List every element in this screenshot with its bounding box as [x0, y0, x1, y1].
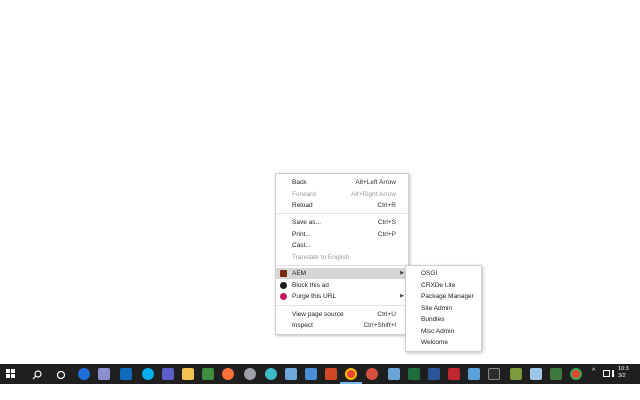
- excel-icon[interactable]: [408, 368, 420, 380]
- app-icon[interactable]: [265, 368, 277, 380]
- menu-item-reload[interactable]: Reload Ctrl+R: [276, 200, 408, 211]
- submenu-item-label: Misc Admin: [421, 328, 455, 335]
- submenu-item-osgi[interactable]: OSGI: [406, 268, 481, 279]
- menu-item-label: AEM: [292, 270, 307, 277]
- submenu-item-misc-admin[interactable]: Misc Admin: [406, 326, 481, 337]
- notepad-plus-icon[interactable]: [202, 368, 214, 380]
- app-icon[interactable]: [530, 368, 542, 380]
- firefox-icon[interactable]: [222, 368, 234, 380]
- submenu-item-welcome[interactable]: Welcome: [406, 337, 481, 348]
- menu-item-shortcut: Ctrl+S: [377, 219, 396, 226]
- menu-item-label: Save as...: [292, 219, 321, 226]
- word-icon[interactable]: [428, 368, 440, 380]
- menu-item-label: Back: [292, 179, 307, 186]
- menu-item-aem[interactable]: AEM ▶: [276, 268, 408, 279]
- submenu-item-site-admin[interactable]: Site Admin: [406, 303, 481, 314]
- system-clock[interactable]: 10:3 3/2: [618, 366, 640, 382]
- app-icon[interactable]: [468, 368, 480, 380]
- chrome-icon[interactable]: [345, 368, 357, 380]
- submenu-item-label: Bundles: [421, 316, 445, 323]
- menu-item-label: Print...: [292, 231, 311, 238]
- menu-item-shortcut: Ctrl+R: [377, 202, 396, 209]
- chrome-icon[interactable]: [570, 368, 582, 380]
- menu-item-translate[interactable]: Translate to English: [276, 252, 408, 263]
- menu-item-label: Purge this URL: [292, 293, 337, 300]
- app-icon[interactable]: [305, 368, 317, 380]
- powerpoint-icon[interactable]: [325, 368, 337, 380]
- submenu-arrow-icon: ▶: [400, 270, 404, 276]
- chevron-up-icon[interactable]: ^: [592, 368, 595, 375]
- menu-item-shortcut: Ctrl+P: [377, 231, 396, 238]
- menu-item-label: Cast...: [292, 242, 311, 249]
- screen-margin: [0, 384, 640, 400]
- menu-item-save-as[interactable]: Save as... Ctrl+S: [276, 217, 408, 228]
- submenu-item-package-manager[interactable]: Package Manager: [406, 291, 481, 302]
- submenu-item-label: Site Admin: [421, 305, 453, 312]
- outlook-icon[interactable]: [120, 368, 132, 380]
- menu-item-label: Translate to English: [292, 254, 350, 261]
- submenu-arrow-icon: ▶: [400, 293, 404, 299]
- menu-item-cast[interactable]: Cast...: [276, 240, 408, 251]
- menu-item-view-source[interactable]: View page source Ctrl+U: [276, 309, 408, 320]
- clock-date: 3/2: [618, 373, 626, 379]
- aem-submenu: OSGI CRXDe Lite Package Manager Site Adm…: [405, 265, 482, 352]
- submenu-item-label: Package Manager: [421, 293, 474, 300]
- teams-icon[interactable]: [162, 368, 174, 380]
- edge-icon[interactable]: [78, 368, 90, 380]
- menu-separator: [277, 213, 407, 214]
- terminal-icon[interactable]: [488, 368, 500, 380]
- menu-item-print[interactable]: Print... Ctrl+P: [276, 229, 408, 240]
- menu-item-shortcut: Ctrl+Shift+I: [363, 322, 396, 329]
- clock-time: 10:3: [618, 366, 629, 372]
- app-icon[interactable]: [510, 368, 522, 380]
- menu-item-label: View page source: [292, 311, 344, 318]
- file-explorer-icon[interactable]: [182, 368, 194, 380]
- search-icon[interactable]: [31, 368, 43, 380]
- menu-item-label: Inspect: [292, 322, 313, 329]
- network-icon[interactable]: [603, 370, 610, 377]
- remote-desktop-icon[interactable]: [98, 368, 110, 380]
- menu-item-purge-url[interactable]: Purge this URL ▶: [276, 291, 408, 302]
- app-icon[interactable]: [366, 368, 378, 380]
- cortana-icon[interactable]: [55, 368, 67, 380]
- menu-item-shortcut: Alt+Left Arrow: [355, 179, 396, 186]
- app-icon[interactable]: [388, 368, 400, 380]
- menu-item-label: Reload: [292, 202, 313, 209]
- menu-item-shortcut: Ctrl+U: [377, 311, 396, 318]
- menu-item-block-ad[interactable]: Block this ad: [276, 280, 408, 291]
- submenu-item-bundles[interactable]: Bundles: [406, 314, 481, 325]
- app-icon[interactable]: [244, 368, 256, 380]
- menu-separator: [277, 305, 407, 306]
- submenu-item-label: Welcome: [421, 339, 448, 346]
- submenu-item-label: OSGI: [421, 270, 438, 277]
- menu-item-forward[interactable]: Forward Alt+Right Arrow: [276, 189, 408, 200]
- app-icon[interactable]: [285, 368, 297, 380]
- submenu-item-crxde-lite[interactable]: CRXDe Lite: [406, 280, 481, 291]
- menu-item-inspect[interactable]: Inspect Ctrl+Shift+I: [276, 320, 408, 331]
- submenu-item-label: CRXDe Lite: [421, 282, 456, 289]
- purge-url-icon: [280, 293, 287, 300]
- app-icon[interactable]: [550, 368, 562, 380]
- menu-item-shortcut: Alt+Right Arrow: [351, 191, 396, 198]
- adblock-shield-icon: [280, 282, 287, 289]
- context-menu: Back Alt+Left Arrow Forward Alt+Right Ar…: [275, 173, 409, 335]
- menu-separator: [277, 265, 407, 266]
- skype-icon[interactable]: [142, 368, 154, 380]
- acrobat-icon[interactable]: [448, 368, 460, 380]
- taskbar: ^ 10:3 3/2: [0, 364, 640, 384]
- menu-item-label: Block this ad: [292, 282, 329, 289]
- menu-item-back[interactable]: Back Alt+Left Arrow: [276, 177, 408, 188]
- aem-extension-icon: [280, 270, 287, 277]
- menu-item-label: Forward: [292, 191, 316, 198]
- windows-start-icon[interactable]: [6, 369, 16, 379]
